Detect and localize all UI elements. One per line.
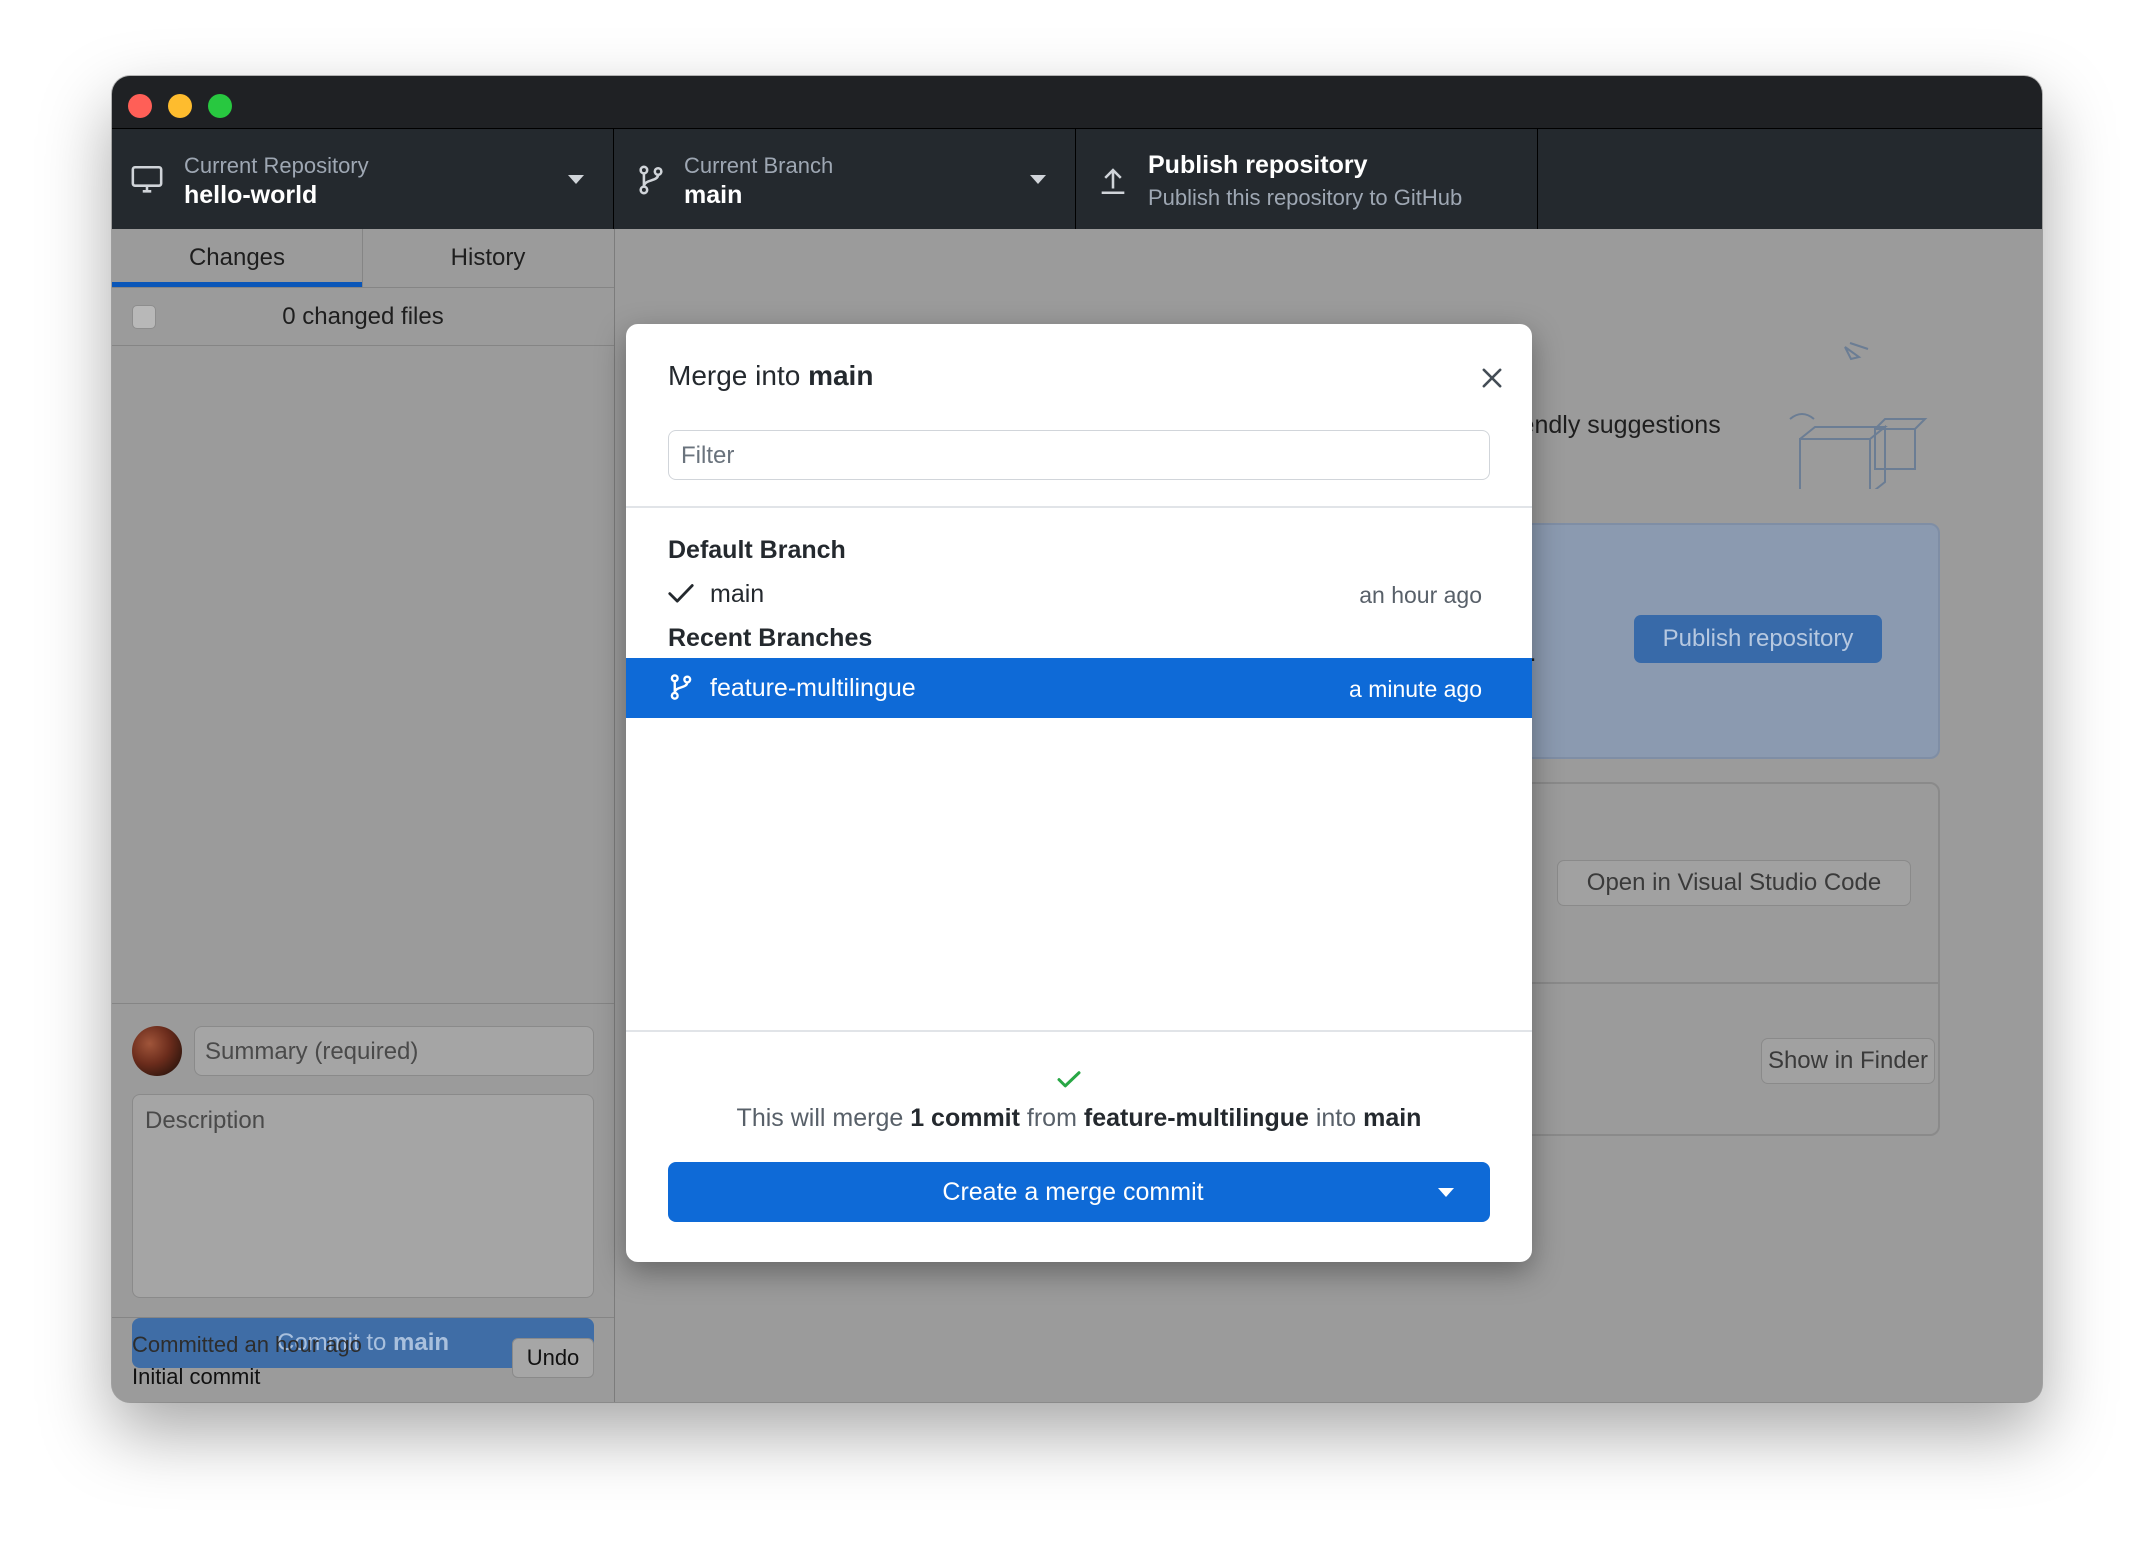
git-branch-icon (639, 165, 663, 195)
monitor-icon (131, 165, 163, 193)
merge-button-label: Create a merge commit (942, 1178, 1204, 1206)
toolbar: Current Repository hello-world Current B… (112, 129, 2042, 229)
chevron-down-icon[interactable] (1438, 1188, 1454, 1197)
zoom-window-button[interactable] (208, 94, 232, 118)
check-icon (1057, 1071, 1081, 1088)
chevron-down-icon (1030, 175, 1046, 184)
publish-title: Publish repository (1148, 151, 1368, 179)
publish-repository-toolbar-button[interactable]: Publish repository Publish this reposito… (1076, 129, 1538, 229)
publish-repository-button[interactable]: Publish repository (1634, 615, 1882, 663)
close-icon[interactable] (1478, 364, 1506, 392)
merge-source-branch: feature-multilingue (1083, 1104, 1309, 1132)
dialog-title-branch: main (808, 360, 874, 391)
merge-commit-count: 1 commit (910, 1104, 1020, 1132)
merge-summary-text: into (1308, 1104, 1364, 1132)
suggestions-heading: iendly suggestions (1515, 411, 1721, 439)
actions-card: Open in Visual Studio Code Show in Finde… (1515, 782, 1940, 1136)
branch-time: a minute ago (1349, 676, 1482, 702)
divider (626, 506, 1532, 508)
summary-input[interactable]: Summary (required) (194, 1026, 594, 1076)
close-window-button[interactable] (128, 94, 152, 118)
current-repository-button[interactable]: Current Repository hello-world (112, 129, 614, 229)
merge-target-branch: main (1363, 1104, 1422, 1132)
title-bar (112, 76, 2042, 129)
changed-files-count: 0 changed files (282, 303, 444, 330)
dialog-title: Merge into main (668, 360, 873, 392)
create-merge-commit-button[interactable]: Create a merge commit (668, 1162, 1490, 1222)
default-branch-heading: Default Branch (668, 536, 846, 564)
upload-icon (1101, 168, 1125, 195)
publish-card: s. Publish repository (1515, 523, 1940, 759)
recent-branches-heading: Recent Branches (668, 624, 873, 652)
merge-summary-text: from (1019, 1104, 1084, 1132)
check-icon (668, 584, 694, 603)
filter-input[interactable]: Filter (668, 430, 1490, 480)
boxes-illustration-icon (1789, 342, 1928, 489)
avatar (132, 1026, 182, 1076)
last-commit-time: Committed an hour ago (132, 1332, 362, 1357)
last-commit: Committed an hour ago Initial commit Und… (112, 1317, 614, 1402)
minimize-window-button[interactable] (168, 94, 192, 118)
branch-name: main (710, 580, 765, 608)
branch-time: an hour ago (1359, 582, 1482, 608)
current-branch-button[interactable]: Current Branch main (614, 129, 1076, 229)
chevron-down-icon (568, 175, 584, 184)
repository-name: hello-world (184, 181, 318, 209)
branch-item-feature-multilingue[interactable]: feature-multilingue a minute ago (626, 658, 1532, 718)
divider (626, 1030, 1532, 1032)
sidebar: Changes History 0 changed files Summary … (112, 229, 615, 1402)
merge-dialog: Merge into main Filter Default Branch ma… (626, 324, 1532, 1262)
last-commit-title: Initial commit (132, 1364, 261, 1389)
sidebar-tabs: Changes History (112, 229, 614, 288)
undo-button[interactable]: Undo (512, 1338, 594, 1378)
tab-changes[interactable]: Changes (112, 229, 362, 287)
publish-subtitle: Publish this repository to GitHub (1148, 185, 1463, 210)
repository-label: Current Repository (184, 153, 369, 178)
branch-label: Current Branch (684, 153, 834, 178)
branch-name: feature-multilingue (710, 674, 916, 702)
tab-history[interactable]: History (363, 229, 613, 287)
git-branch-icon (670, 674, 692, 700)
branch-name: main (684, 181, 743, 209)
open-in-editor-button[interactable]: Open in Visual Studio Code (1557, 860, 1911, 906)
description-input[interactable]: Description (132, 1094, 594, 1298)
changed-files-header: 0 changed files (112, 287, 614, 346)
card-divider (1517, 982, 1938, 984)
dialog-title-prefix: Merge into (668, 360, 809, 391)
show-in-finder-button[interactable]: Show in Finder (1761, 1038, 1935, 1084)
merge-summary: This will merge 1 commit from feature-mu… (626, 1104, 1532, 1133)
merge-summary-text: This will merge (736, 1104, 911, 1132)
branch-item-main[interactable]: main an hour ago (626, 564, 1532, 624)
